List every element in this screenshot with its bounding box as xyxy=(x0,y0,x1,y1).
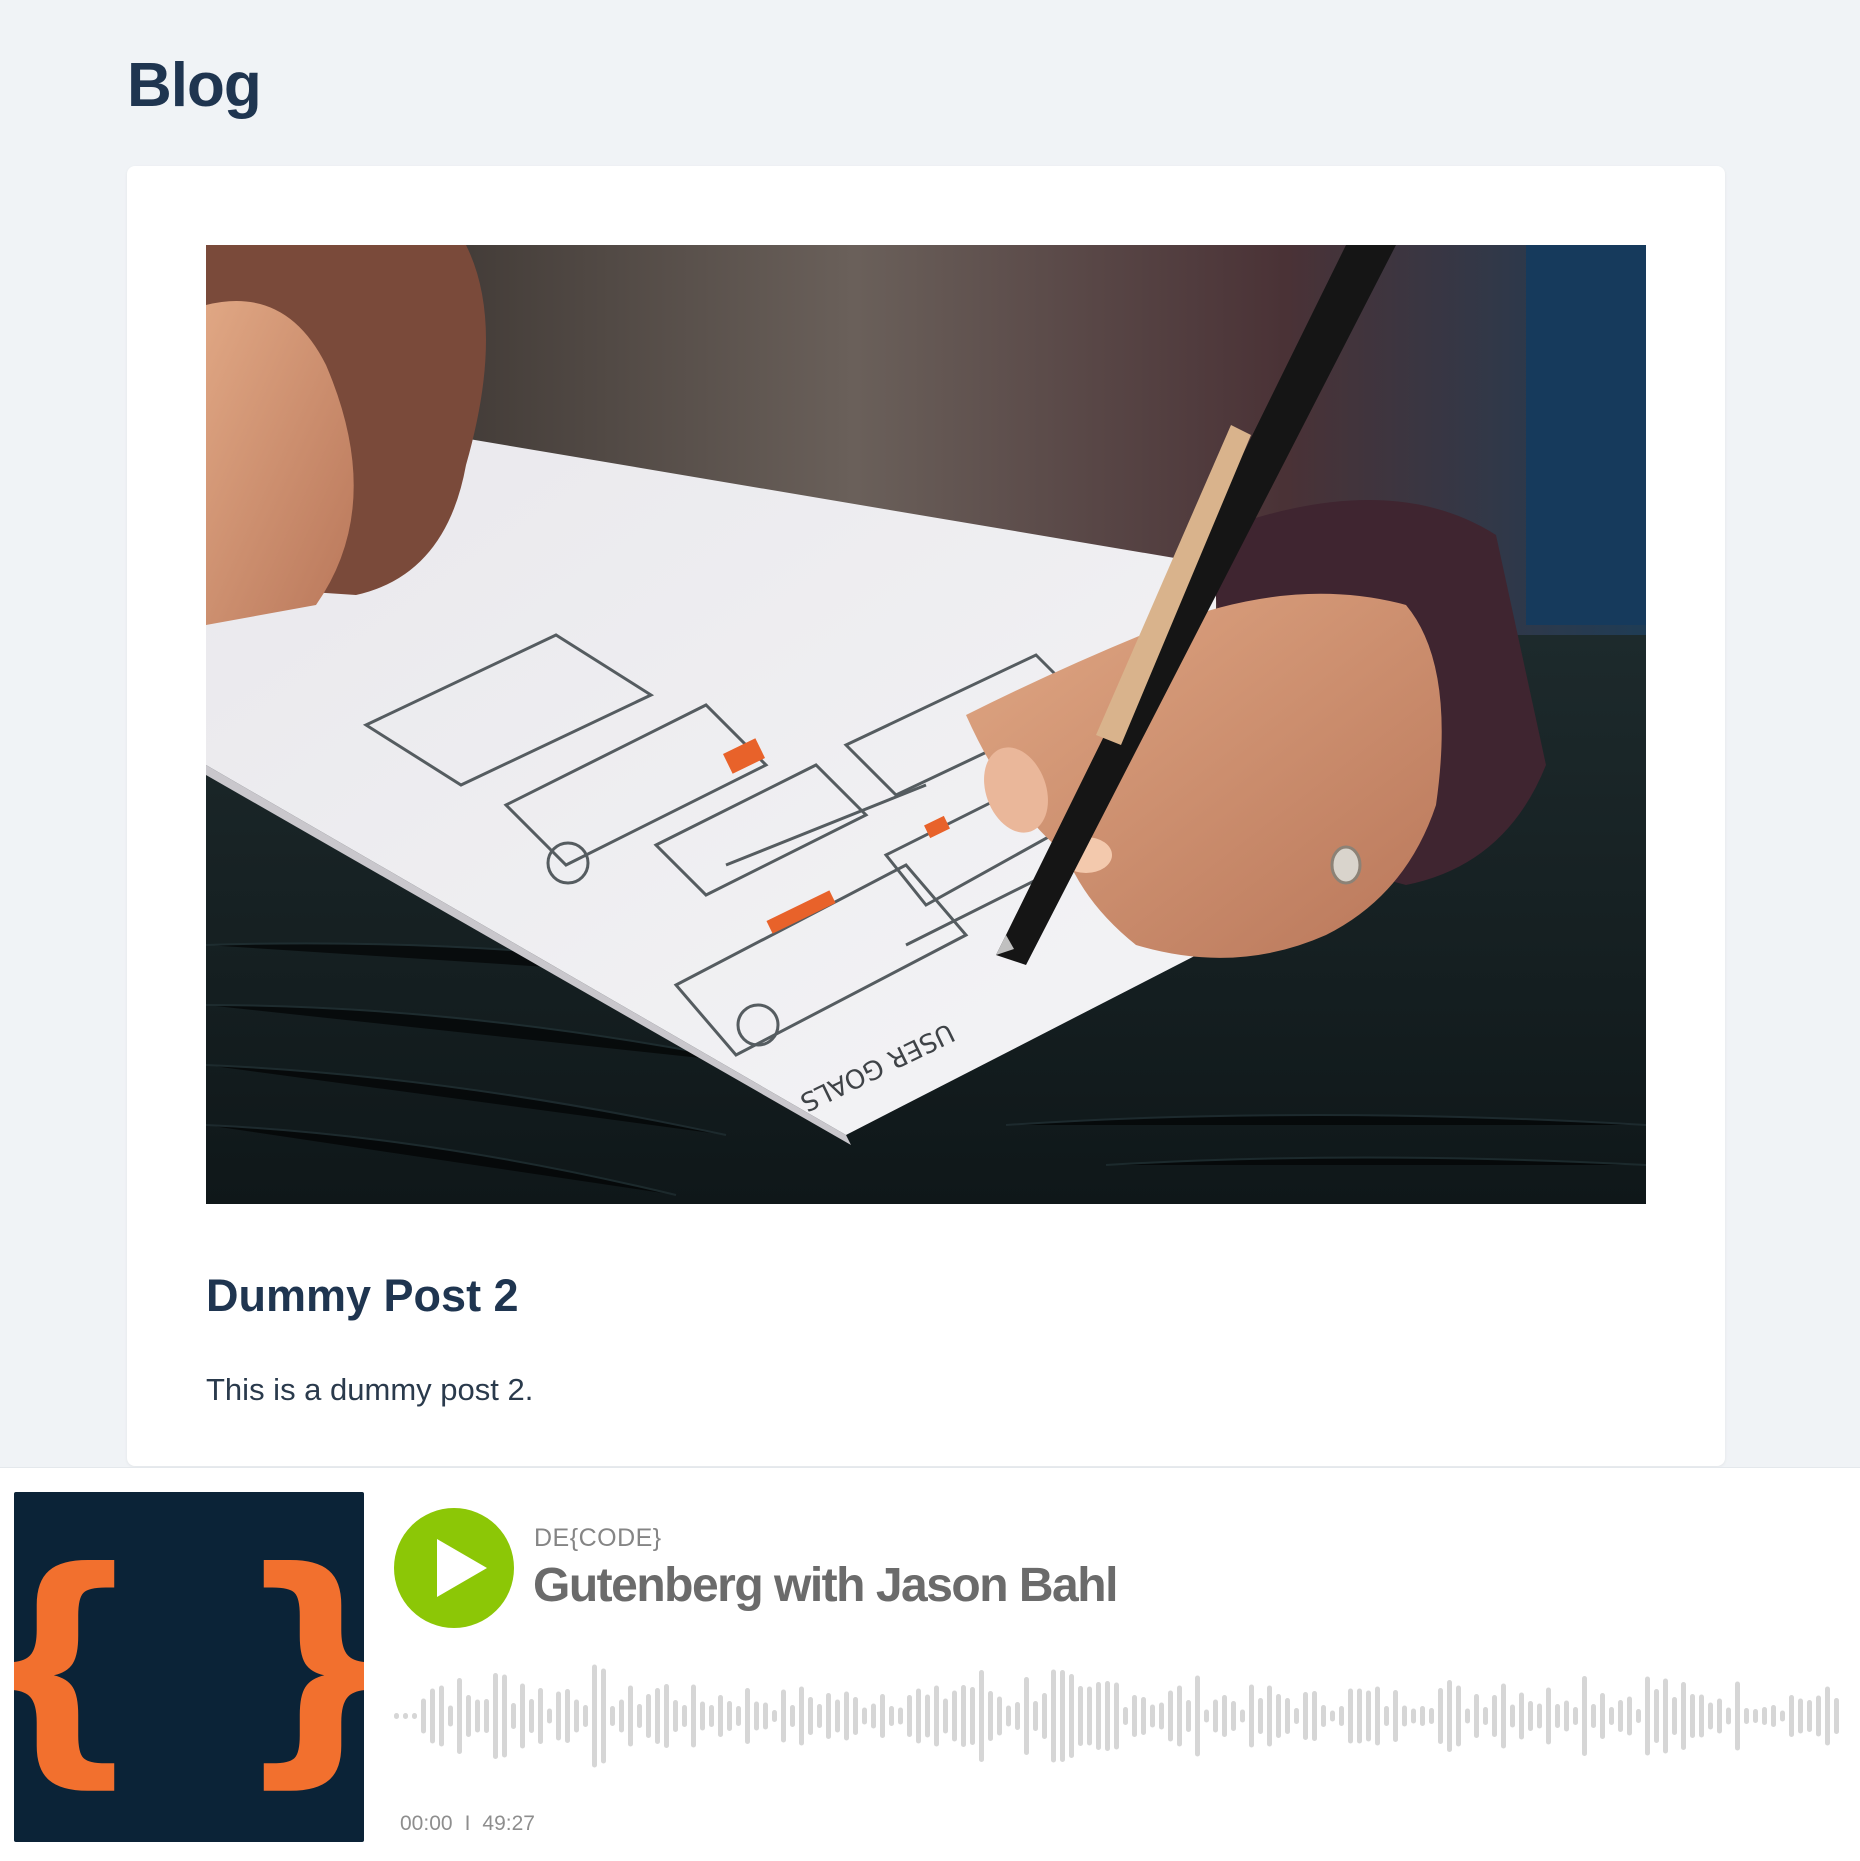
post-featured-image[interactable]: USER GOALS xyxy=(206,245,1646,1204)
play-button[interactable] xyxy=(394,1508,514,1628)
waveform-icon xyxy=(394,1664,1839,1768)
episode-title: Gutenberg with Jason Bahl xyxy=(533,1559,1118,1612)
page-title: Blog xyxy=(127,51,262,120)
post-excerpt: This is a dummy post 2. xyxy=(206,1372,534,1407)
current-time: 00:00 xyxy=(400,1812,453,1835)
show-name: DE{CODE} xyxy=(534,1524,662,1552)
time-readout: 00:00 I 49:27 xyxy=(400,1812,535,1836)
waveform-seekbar[interactable] xyxy=(394,1651,1840,1781)
curly-braces-icon: { } xyxy=(14,1518,364,1809)
podcast-player: { } DE{CODE} Gutenberg with Jason Bahl 0… xyxy=(0,1467,1860,1861)
time-separator: I xyxy=(464,1812,471,1835)
podcast-artwork: { } xyxy=(14,1492,364,1842)
play-icon xyxy=(437,1539,487,1597)
post-card[interactable]: USER GOALS Dummy Post 2 This is a dummy … xyxy=(127,166,1725,1466)
duration: 49:27 xyxy=(482,1812,535,1835)
post-title[interactable]: Dummy Post 2 xyxy=(206,1270,519,1322)
